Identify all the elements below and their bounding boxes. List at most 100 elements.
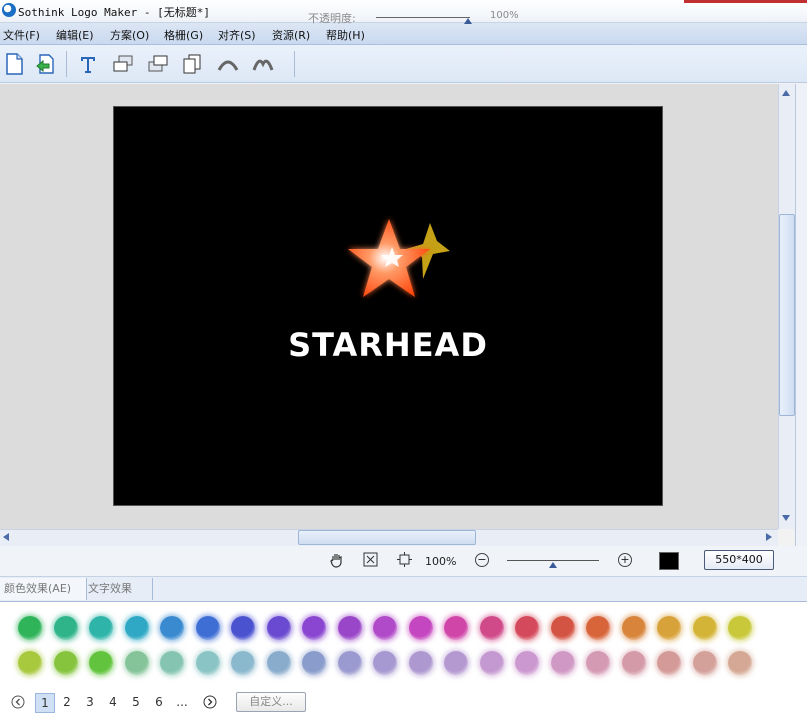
background-color-swatch[interactable] — [659, 552, 679, 570]
menu-edit[interactable]: 编辑(E) — [56, 27, 94, 43]
color-effect-swatch[interactable] — [408, 651, 433, 675]
side-panel-edge — [795, 84, 807, 584]
color-effect-swatch[interactable] — [266, 616, 291, 640]
tab-color-effects[interactable]: 颜色效果(AE) — [0, 578, 87, 600]
previous-page-icon[interactable] — [11, 695, 25, 712]
color-effect-swatch[interactable] — [302, 651, 326, 675]
page-5[interactable]: 5 — [127, 693, 145, 711]
rotate-left-icon[interactable] — [216, 53, 240, 75]
rotate-right-icon[interactable] — [251, 53, 275, 75]
color-effect-swatch[interactable] — [621, 651, 646, 675]
color-effect-swatch[interactable] — [231, 651, 255, 675]
zoom-slider-track[interactable] — [507, 560, 599, 561]
logo-canvas[interactable]: STARHEAD — [113, 106, 663, 506]
send-backward-icon[interactable] — [146, 53, 170, 75]
color-effect-swatch[interactable] — [160, 616, 184, 640]
page-2[interactable]: 2 — [58, 693, 76, 711]
scroll-right-icon[interactable] — [766, 533, 772, 541]
window-title: Sothink Logo Maker - [无标题*] — [18, 6, 210, 19]
opacity-slider-track[interactable] — [376, 17, 470, 18]
logo-text[interactable]: STARHEAD — [114, 326, 662, 364]
opacity-label: 不透明度: — [308, 12, 356, 25]
color-effect-swatch[interactable] — [550, 616, 575, 640]
color-effect-swatch[interactable] — [195, 616, 220, 640]
color-effect-swatch[interactable] — [479, 616, 504, 640]
app-logo-icon — [2, 3, 16, 17]
color-effect-swatch[interactable] — [586, 616, 610, 640]
bring-forward-icon[interactable] — [111, 53, 135, 75]
next-page-icon[interactable] — [203, 695, 217, 712]
hand-tool-icon[interactable] — [329, 552, 345, 571]
color-effect-swatch[interactable] — [124, 651, 149, 675]
fit-to-window-icon[interactable] — [363, 552, 378, 570]
color-effect-swatch[interactable] — [479, 651, 504, 675]
color-effect-swatch[interactable] — [621, 616, 646, 640]
opacity-slider-thumb[interactable] — [464, 18, 472, 24]
vertical-scrollbar-thumb[interactable] — [779, 214, 795, 416]
toolbar-separator — [294, 51, 295, 77]
color-effect-swatch[interactable] — [124, 616, 149, 640]
menu-file[interactable]: 文件(F) — [3, 27, 40, 43]
color-effect-swatch[interactable] — [657, 616, 681, 640]
color-effect-swatch[interactable] — [373, 616, 397, 640]
actual-size-icon[interactable] — [397, 552, 412, 570]
color-effect-swatch[interactable] — [408, 616, 433, 640]
color-effect-swatch[interactable] — [515, 616, 539, 640]
color-effect-swatch[interactable] — [160, 651, 184, 675]
color-effect-swatch[interactable] — [515, 651, 539, 675]
custom-effect-button[interactable]: 自定义... — [236, 692, 306, 712]
page-6[interactable]: 6 — [150, 693, 168, 711]
horizontal-scrollbar-thumb[interactable] — [298, 530, 476, 545]
color-effect-swatch[interactable] — [550, 651, 575, 675]
scroll-left-icon[interactable] — [3, 533, 9, 541]
menu-align[interactable]: 对齐(S) — [218, 27, 256, 43]
color-effect-swatch[interactable] — [373, 651, 397, 675]
menu-help[interactable]: 帮助(H) — [326, 27, 365, 43]
menu-grid[interactable]: 格栅(G) — [164, 27, 203, 43]
color-effect-swatch[interactable] — [692, 616, 717, 640]
page-3[interactable]: 3 — [81, 693, 99, 711]
color-effect-swatch[interactable] — [337, 651, 362, 675]
color-effect-swatch[interactable] — [53, 651, 78, 675]
opacity-value: 100% — [490, 10, 519, 21]
color-effect-swatch[interactable] — [444, 616, 468, 640]
color-effect-swatch[interactable] — [337, 616, 362, 640]
page-1[interactable]: 1 — [35, 693, 55, 713]
scroll-down-icon[interactable] — [782, 515, 790, 521]
toolbar — [0, 45, 807, 83]
color-effect-swatch[interactable] — [728, 616, 752, 640]
zoom-slider-thumb[interactable] — [549, 562, 557, 568]
color-effect-swatch[interactable] — [195, 651, 220, 675]
color-effect-swatch[interactable] — [18, 616, 42, 640]
open-file-icon[interactable] — [34, 53, 58, 75]
canvas-size-button[interactable]: 550*400 — [704, 550, 774, 570]
color-effect-swatch[interactable] — [302, 616, 326, 640]
zoom-in-button[interactable]: + — [618, 553, 632, 567]
duplicate-icon[interactable] — [180, 53, 204, 75]
zoom-out-button[interactable]: − — [475, 553, 489, 567]
color-effect-swatch[interactable] — [231, 616, 255, 640]
toolbar-separator — [66, 51, 67, 77]
color-effect-swatch[interactable] — [728, 651, 752, 675]
color-effect-swatch[interactable] — [89, 651, 113, 675]
color-effect-swatch[interactable] — [692, 651, 717, 675]
star-logo-graphic[interactable] — [334, 207, 464, 317]
tab-text-effects[interactable]: 文字效果 — [84, 578, 153, 600]
color-effect-swatch[interactable] — [266, 651, 291, 675]
color-effect-swatch[interactable] — [657, 651, 681, 675]
window-close-button-edge[interactable] — [684, 0, 807, 3]
color-effect-swatch[interactable] — [89, 616, 113, 640]
color-effect-swatch[interactable] — [444, 651, 468, 675]
color-effect-swatch[interactable] — [18, 651, 42, 675]
page-4[interactable]: 4 — [104, 693, 122, 711]
scroll-up-icon[interactable] — [782, 90, 790, 96]
new-file-icon[interactable] — [2, 53, 26, 75]
color-effect-swatch[interactable] — [53, 616, 78, 640]
text-tool-icon[interactable] — [76, 53, 100, 75]
page-ellipsis: ... — [176, 695, 188, 709]
menu-scheme[interactable]: 方案(O) — [110, 27, 149, 43]
menu-bar: 文件(F) 编辑(E) 方案(O) 格栅(G) 对齐(S) 资源(R) 帮助(H… — [0, 23, 807, 45]
zoom-value: 100% — [425, 555, 457, 568]
menu-resources[interactable]: 资源(R) — [272, 27, 310, 43]
color-effect-swatch[interactable] — [586, 651, 610, 675]
